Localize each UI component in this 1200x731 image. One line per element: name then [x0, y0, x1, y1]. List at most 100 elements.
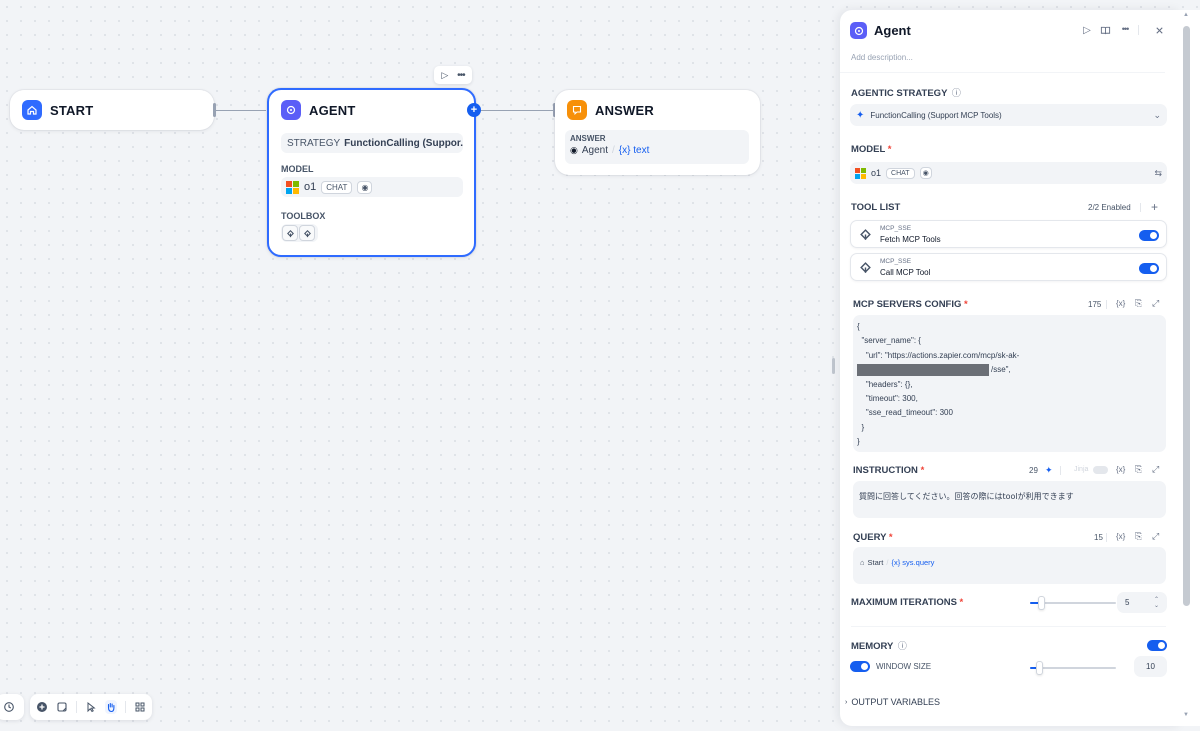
- window-size-input[interactable]: 10: [1134, 656, 1167, 677]
- config-line: }: [857, 422, 865, 432]
- mcp-config-editor[interactable]: { "server_name": { "url": "https://actio…: [853, 315, 1166, 452]
- max-iterations-input[interactable]: 5 ⌃ ⌄: [1117, 592, 1167, 613]
- description-input[interactable]: Add description...: [851, 53, 913, 62]
- output-variables-label: OUTPUT VARIABLES: [851, 697, 941, 707]
- node-config-panel: Agent ▷ ••• Add description... AGENTIC S…: [840, 10, 1180, 726]
- copy-icon[interactable]: ⎘: [1135, 298, 1142, 309]
- mcp-config-char-count: 175: [1088, 300, 1102, 309]
- query-editor[interactable]: ⌂ Start / {x} sys.query: [853, 547, 1166, 584]
- run-node-icon[interactable]: ▷: [1081, 24, 1093, 36]
- agent-small-icon: ◉: [570, 145, 578, 155]
- help-icon: ⓘ: [897, 641, 907, 651]
- hand-icon[interactable]: [105, 700, 118, 714]
- vision-icon: ◉: [919, 167, 932, 179]
- toolbox-row: [281, 224, 318, 242]
- agent-icon: [281, 100, 301, 120]
- panel-title[interactable]: Agent: [874, 23, 911, 38]
- window-size-value: 10: [1146, 662, 1155, 671]
- answer-field: ANSWER ◉ Agent / {x} text: [565, 130, 749, 164]
- agent-node[interactable]: AGENT STRATEGY FunctionCalling (Suppor..…: [267, 88, 476, 257]
- expand-icon[interactable]: ⤢: [1152, 531, 1159, 542]
- more-icon[interactable]: •••: [1119, 23, 1131, 35]
- answer-field-label: ANSWER: [570, 134, 606, 143]
- insert-variable-icon[interactable]: {x}: [1116, 465, 1125, 474]
- add-next-node-button[interactable]: +: [467, 103, 481, 117]
- jinja-label: Jinja: [1074, 466, 1089, 473]
- ai-generate-icon[interactable]: ✦: [1045, 465, 1053, 476]
- scroll-up-icon[interactable]: ▲: [1183, 12, 1189, 18]
- answer-icon: [567, 100, 587, 120]
- output-variables-toggle[interactable]: › OUTPUT VARIABLES: [845, 697, 940, 707]
- query-variable-chip: ⌂ Start / {x} sys.query: [860, 558, 934, 567]
- help-icon: ⓘ: [951, 88, 961, 98]
- instruction-label: INSTRUCTION *: [853, 465, 925, 476]
- header-divider: [1106, 300, 1107, 309]
- history-icon[interactable]: [2, 700, 16, 714]
- copy-icon[interactable]: ⎘: [1135, 464, 1142, 475]
- config-line: "server_name": {: [857, 336, 921, 346]
- jinja-toggle[interactable]: [1093, 466, 1108, 474]
- agent-node-title: AGENT: [309, 102, 356, 118]
- panel-scrollbar[interactable]: [1183, 26, 1190, 606]
- answer-node[interactable]: ANSWER ANSWER ◉ Agent / {x} text: [555, 90, 760, 175]
- query-label: QUERY *: [853, 532, 893, 543]
- start-output-handle[interactable]: [213, 103, 216, 117]
- model-tag: CHAT: [886, 167, 915, 179]
- instruction-text: 質問に回答してください。回答の際にはtoolが利用できます: [859, 492, 1074, 501]
- copy-icon[interactable]: ⎘: [1135, 531, 1142, 542]
- tool-list-label: TOOL LIST: [851, 202, 901, 213]
- node-mini-toolbar: ▷ •••: [434, 66, 472, 84]
- instruction-editor[interactable]: 質問に回答してください。回答の際にはtoolが利用できます: [853, 481, 1166, 518]
- window-size-label: WINDOW SIZE: [876, 662, 932, 671]
- add-tool-button[interactable]: +: [1151, 200, 1158, 214]
- header-divider: [1106, 533, 1107, 542]
- header-divider: [1138, 25, 1139, 35]
- more-icon[interactable]: •••: [457, 70, 465, 81]
- panel-resize-handle[interactable]: [832, 358, 835, 374]
- header-divider: [1060, 466, 1061, 475]
- redacted-block: [857, 364, 989, 377]
- max-iterations-label: MAXIMUM ITERATIONS *: [851, 597, 964, 608]
- add-node-icon[interactable]: [36, 700, 48, 714]
- section-separator: [851, 626, 1166, 627]
- tool-item[interactable]: MCP_SSE Call MCP Tool: [850, 253, 1167, 281]
- config-line: "headers": {},: [857, 379, 913, 389]
- add-note-icon[interactable]: [56, 700, 68, 714]
- tool-provider: MCP_SSE: [880, 258, 912, 265]
- window-size-toggle[interactable]: [850, 661, 870, 672]
- answer-source-node: Agent: [581, 145, 608, 156]
- run-node-icon[interactable]: ▷: [441, 70, 448, 81]
- tool-item[interactable]: MCP_SSE Fetch MCP Tools: [850, 220, 1167, 248]
- model-selector[interactable]: o1 CHAT ◉ ⇆: [850, 162, 1167, 184]
- expand-icon[interactable]: ⤢: [1152, 464, 1159, 475]
- scroll-down-icon[interactable]: ▼: [1183, 712, 1189, 718]
- home-icon: ⌂: [860, 558, 865, 567]
- insert-variable-icon[interactable]: {x}: [1116, 299, 1125, 308]
- pointer-icon[interactable]: [85, 700, 97, 714]
- book-icon[interactable]: [1099, 24, 1111, 36]
- tool-enabled-count: 2/2 Enabled: [1088, 203, 1131, 212]
- instruction-char-count: 29: [1029, 466, 1038, 475]
- insert-variable-icon[interactable]: {x}: [1116, 532, 1125, 541]
- sparkle-icon: ✦: [856, 109, 865, 121]
- expand-icon[interactable]: ⤢: [1152, 298, 1159, 309]
- start-node[interactable]: START: [10, 90, 214, 130]
- toolbar-divider: [76, 701, 77, 713]
- memory-toggle[interactable]: [1147, 640, 1167, 651]
- max-iterations-slider-handle[interactable]: [1038, 596, 1045, 610]
- divider: /: [612, 145, 615, 156]
- config-line: {: [857, 322, 860, 331]
- stepper-icon[interactable]: ⌃ ⌄: [1154, 597, 1159, 609]
- answer-node-title: ANSWER: [595, 102, 654, 118]
- history-bar: [0, 694, 24, 720]
- organize-blocks-icon[interactable]: [134, 700, 146, 714]
- close-icon[interactable]: [1153, 24, 1165, 36]
- tool-enable-toggle[interactable]: [1139, 230, 1159, 241]
- model-settings-icon[interactable]: ⇆: [1154, 168, 1162, 179]
- tool-enable-toggle[interactable]: [1139, 263, 1159, 274]
- workflow-canvas[interactable]: START ▷ ••• AGENT STRATEGY FunctionCalli…: [0, 0, 840, 731]
- tool-name: Fetch MCP Tools: [880, 235, 941, 244]
- query-variable: {x} sys.query: [891, 558, 935, 567]
- window-size-slider-handle[interactable]: [1036, 661, 1043, 675]
- agentic-strategy-select[interactable]: ✦ FunctionCalling (Support MCP Tools) ⌄: [850, 104, 1167, 126]
